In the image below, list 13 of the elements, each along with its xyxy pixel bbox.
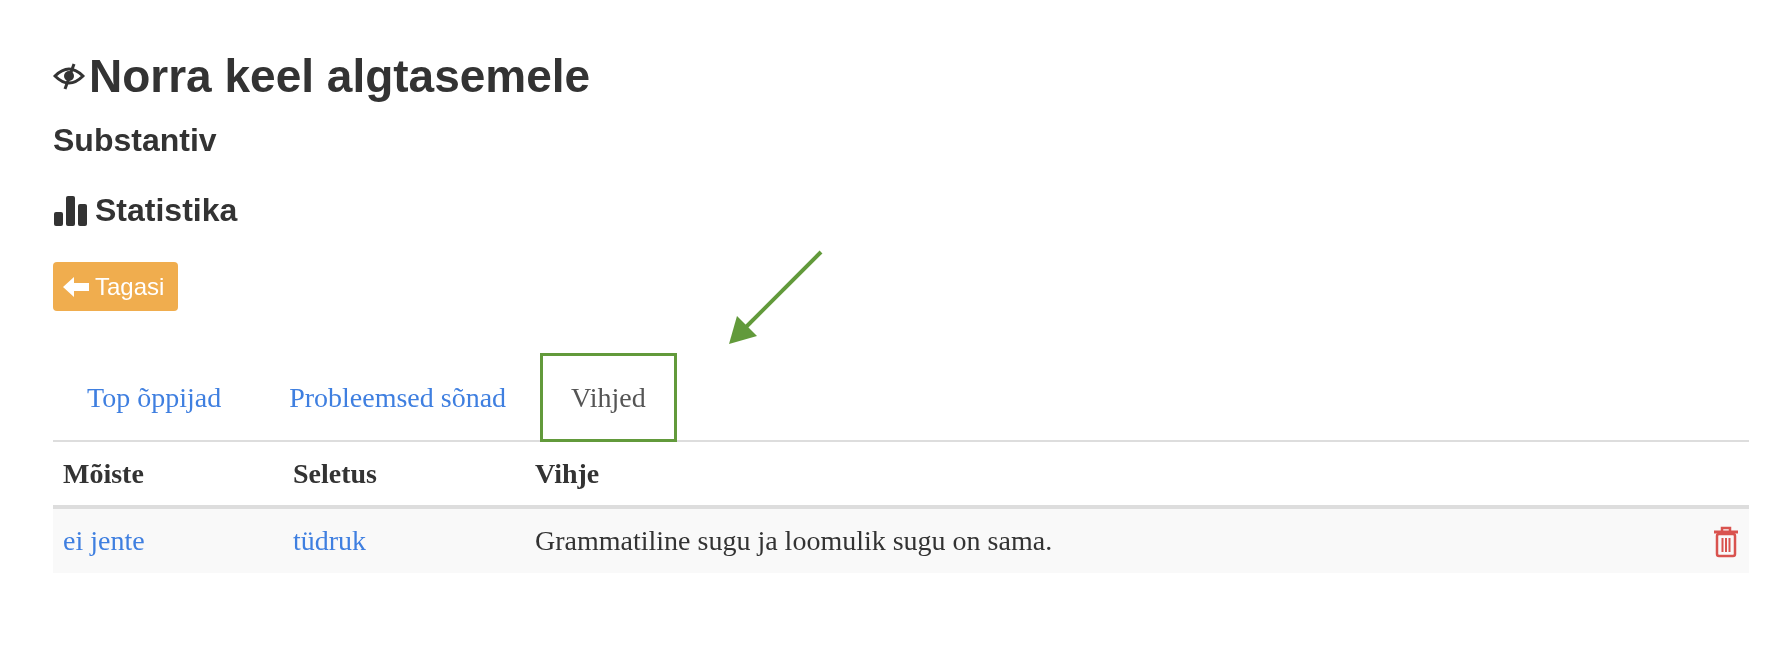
bar-chart-icon (53, 194, 89, 226)
section-heading: Statistika (95, 191, 238, 230)
term-link[interactable]: ei jente (63, 525, 145, 556)
page-title: Norra keel algtasemele (89, 49, 591, 104)
subtitle: Substantiv (53, 121, 217, 160)
trash-icon[interactable] (1713, 526, 1739, 559)
tab[interactable]: Vihjed (540, 353, 677, 442)
eye-slash-icon (53, 62, 85, 90)
tab[interactable]: Top õppijad (53, 353, 256, 442)
tab[interactable]: Probleemsed sõnad (255, 353, 541, 442)
term-link[interactable]: tüdruk (293, 525, 367, 556)
arrow-left-icon (63, 275, 89, 298)
table-cell: Grammatiline sugu ja loomulik sugu on sama. (535, 525, 1053, 556)
